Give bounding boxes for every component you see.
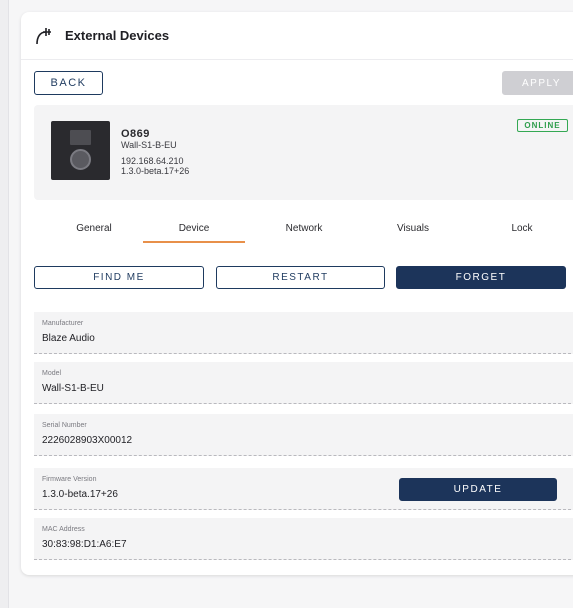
device-screen-graphic bbox=[70, 130, 91, 145]
tab-network[interactable]: Network bbox=[264, 212, 344, 244]
device-name: O869 bbox=[121, 128, 150, 140]
forget-button[interactable]: FORGET bbox=[396, 266, 566, 289]
field-label: Serial Number bbox=[42, 422, 87, 429]
field-label: MAC Address bbox=[42, 526, 85, 533]
tab-general[interactable]: General bbox=[54, 212, 134, 244]
device-model: Wall-S1-B-EU bbox=[121, 140, 177, 150]
tab-bar: General Device Network Visuals Lock bbox=[34, 212, 573, 244]
tab-lock[interactable]: Lock bbox=[482, 212, 562, 244]
device-firmware: 1.3.0-beta.17+26 bbox=[121, 166, 190, 176]
back-button[interactable]: BACK bbox=[34, 71, 103, 95]
device-summary-panel: O869 Wall-S1-B-EU 192.168.64.210 1.3.0-b… bbox=[34, 105, 573, 200]
field-label: Model bbox=[42, 370, 62, 377]
device-thumbnail bbox=[51, 121, 110, 180]
find-me-button[interactable]: FIND ME bbox=[34, 266, 204, 289]
page-title: External Devices bbox=[65, 28, 170, 43]
device-ip: 192.168.64.210 bbox=[121, 156, 184, 166]
field-model: Model Wall-S1-B-EU bbox=[34, 362, 573, 404]
field-value: Blaze Audio bbox=[42, 333, 95, 344]
field-value: Wall-S1-B-EU bbox=[42, 383, 104, 394]
left-sidebar-edge bbox=[0, 0, 9, 608]
field-mac-address: MAC Address 30:83:98:D1:A6:E7 bbox=[34, 518, 573, 560]
field-value: 30:83:98:D1:A6:E7 bbox=[42, 539, 127, 550]
device-knob-graphic bbox=[70, 149, 91, 170]
field-value: 1.3.0-beta.17+26 bbox=[42, 489, 118, 500]
field-serial-number: Serial Number 2226028903X00012 bbox=[34, 414, 573, 456]
field-manufacturer: Manufacturer Blaze Audio bbox=[34, 312, 573, 354]
update-button[interactable]: UPDATE bbox=[399, 478, 557, 501]
apply-button[interactable]: APPLY bbox=[502, 71, 573, 95]
device-details-card: External Devices BACK APPLY O869 Wall-S1… bbox=[21, 12, 573, 575]
field-value: 2226028903X00012 bbox=[42, 435, 133, 446]
status-badge: ONLINE bbox=[517, 119, 568, 132]
tab-device[interactable]: Device bbox=[143, 212, 245, 244]
restart-button[interactable]: RESTART bbox=[216, 266, 385, 289]
page-header: External Devices bbox=[21, 12, 573, 60]
external-device-icon bbox=[36, 28, 51, 45]
field-label: Firmware Version bbox=[42, 476, 97, 483]
tab-visuals[interactable]: Visuals bbox=[373, 212, 453, 244]
field-label: Manufacturer bbox=[42, 320, 84, 327]
